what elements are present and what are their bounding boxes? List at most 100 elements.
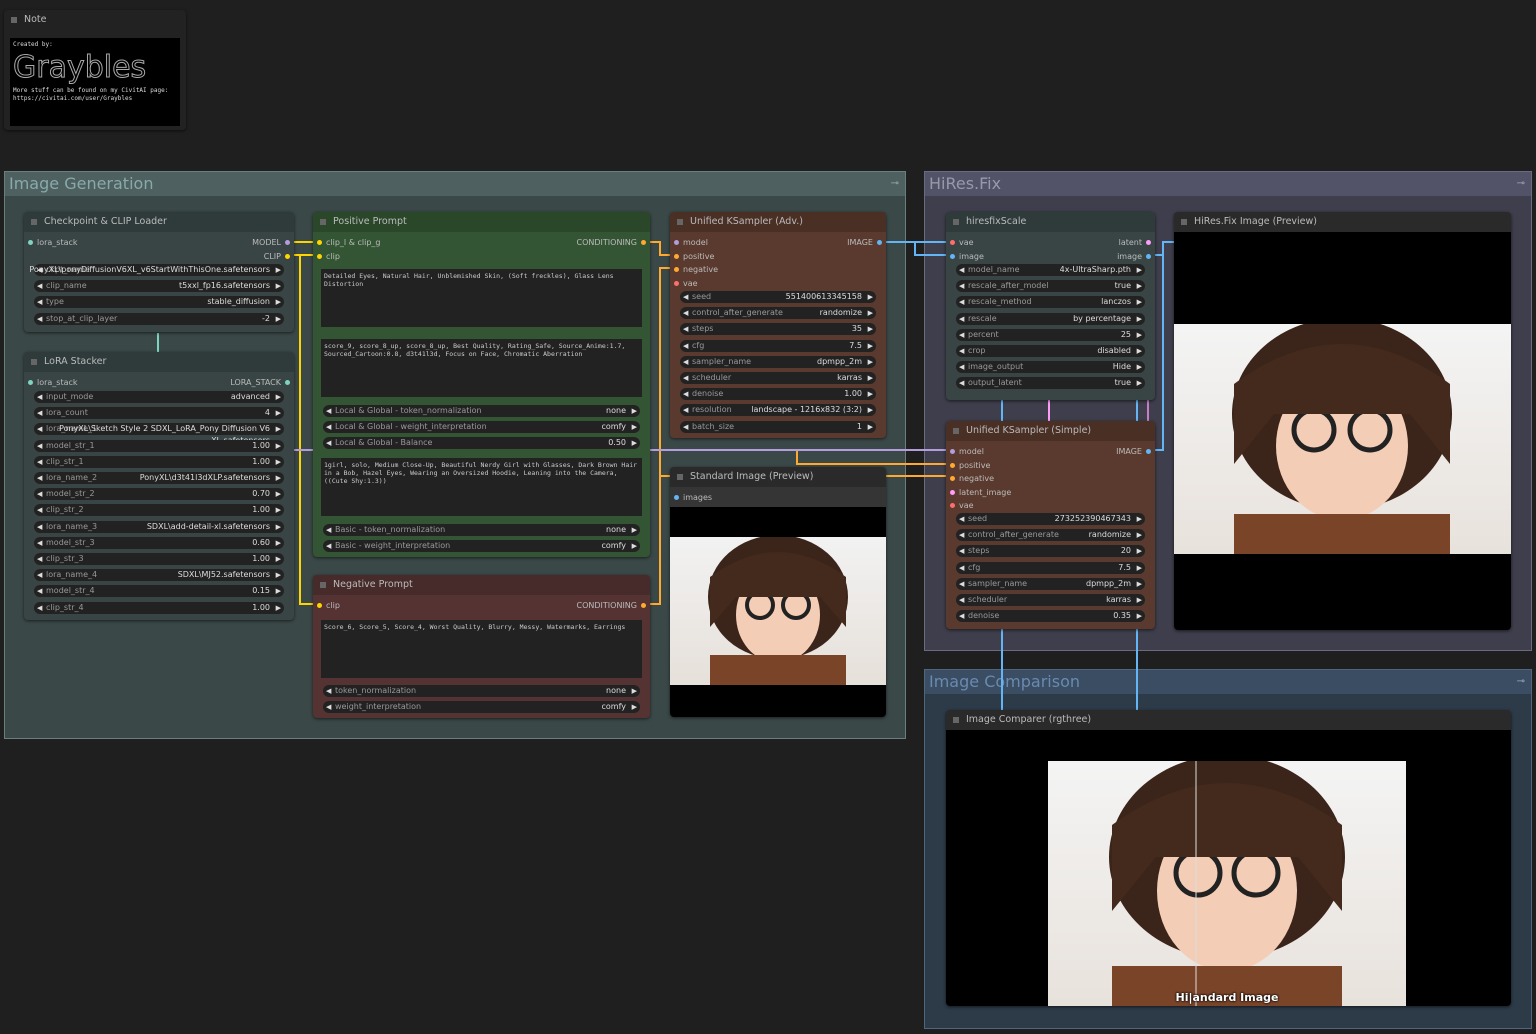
arrow-left-icon[interactable]: ◀ bbox=[959, 594, 964, 606]
checkpoint-clip-loader-node[interactable]: Checkpoint & CLIP Loader lora_stack MODEL… bbox=[24, 212, 294, 332]
arrow-right-icon[interactable]: ▶ bbox=[1137, 578, 1142, 590]
widget-ckpt-name[interactable]: ◀ ckpt_name PonyXL\ponyDiffusionV6XL_v6Sta… bbox=[29, 264, 284, 276]
negative-text[interactable]: Score_6, Score_5, Score_4, Worst Quality… bbox=[321, 620, 642, 678]
widget-image-output[interactable]: ◀ image_output Hide ▶ bbox=[956, 361, 1145, 374]
arrow-left-icon[interactable]: ◀ bbox=[326, 540, 331, 552]
arrow-right-icon[interactable]: ▶ bbox=[1137, 529, 1142, 541]
arrow-left-icon[interactable]: ◀ bbox=[959, 377, 964, 389]
input-pin-model[interactable] bbox=[950, 449, 955, 454]
widget-steps[interactable]: ◀ steps 20 ▶ bbox=[956, 545, 1145, 558]
arrow-left-icon[interactable]: ◀ bbox=[37, 537, 42, 549]
widget-steps[interactable]: ◀ steps 35 ▶ bbox=[680, 323, 876, 336]
arrow-left-icon[interactable]: ◀ bbox=[683, 388, 688, 400]
collapse-icon[interactable] bbox=[31, 219, 37, 225]
arrow-left-icon[interactable]: ◀ bbox=[326, 685, 331, 697]
widget-batch-size[interactable]: ◀ batch_size 1 ▶ bbox=[680, 420, 876, 433]
widget-lora-name-3[interactable]: ◀ lora_name_3 SDXL\add-detail-xl.safetenso… bbox=[34, 520, 284, 533]
arrow-left-icon[interactable]: ◀ bbox=[959, 562, 964, 574]
arrow-left-icon[interactable]: ◀ bbox=[326, 405, 331, 417]
arrow-left-icon[interactable]: ◀ bbox=[683, 372, 688, 384]
arrow-right-icon[interactable]: ▶ bbox=[276, 472, 281, 484]
arrow-right-icon[interactable]: ▶ bbox=[632, 421, 637, 433]
arrow-left-icon[interactable]: ◀ bbox=[37, 521, 42, 533]
widget-type[interactable]: ◀ type stable_diffusion ▶ bbox=[34, 296, 284, 309]
collapse-icon[interactable] bbox=[953, 717, 959, 723]
widget-local-global-token-normalization[interactable]: ◀ Local & Global - token_normalization non… bbox=[323, 405, 640, 417]
widget-model-str-4[interactable]: ◀ model_str_4 0.15 ▶ bbox=[34, 585, 284, 598]
widget-seed[interactable]: ◀ seed 273252390467343 ▶ bbox=[956, 513, 1145, 525]
arrow-right-icon[interactable]: ▶ bbox=[632, 437, 637, 449]
collapse-icon[interactable] bbox=[31, 359, 37, 365]
arrow-left-icon[interactable]: ◀ bbox=[959, 313, 964, 325]
widget-crop[interactable]: ◀ crop disabled ▶ bbox=[956, 345, 1145, 357]
arrow-left-icon[interactable]: ◀ bbox=[959, 296, 964, 308]
widget-token-normalization[interactable]: ◀ token_normalization none ▶ bbox=[323, 685, 640, 697]
standard-image-preview-node[interactable]: Standard Image (Preview) images bbox=[670, 467, 886, 717]
widget-model-name[interactable]: ◀ model_name 4x-UltraSharp.pth ▶ bbox=[956, 264, 1145, 276]
input-pin-vae[interactable] bbox=[674, 280, 679, 286]
widget-input-mode[interactable]: ◀ input_mode advanced ▶ bbox=[34, 391, 284, 403]
arrow-left-icon[interactable]: ◀ bbox=[959, 329, 964, 341]
widget-stop-at-clip-layer[interactable]: ◀ stop_at_clip_layer -2 ▶ bbox=[34, 312, 284, 325]
arrow-right-icon[interactable]: ▶ bbox=[868, 372, 873, 384]
widget-local-global-weight-interpretation[interactable]: ◀ Local & Global - weight_interpretation c… bbox=[323, 421, 640, 434]
arrow-right-icon[interactable]: ▶ bbox=[276, 407, 281, 419]
arrow-left-icon[interactable]: ◀ bbox=[37, 602, 42, 614]
output-pin-image[interactable] bbox=[1146, 449, 1151, 454]
arrow-right-icon[interactable]: ▶ bbox=[276, 569, 281, 581]
arrow-right-icon[interactable]: ▶ bbox=[1137, 610, 1142, 622]
arrow-left-icon[interactable]: ◀ bbox=[959, 578, 964, 590]
widget-clip-str-2[interactable]: ◀ clip_str_2 1.00 ▶ bbox=[34, 504, 284, 517]
output-pin-image[interactable] bbox=[1146, 253, 1151, 259]
widget-scheduler[interactable]: ◀ scheduler karras ▶ bbox=[680, 372, 876, 384]
arrow-right-icon[interactable]: ▶ bbox=[276, 488, 281, 500]
widget-local-global-balance[interactable]: ◀ Local & Global - Balance 0.50 ▶ bbox=[323, 437, 640, 450]
arrow-left-icon[interactable]: ◀ bbox=[959, 345, 964, 357]
arrow-right-icon[interactable]: ▶ bbox=[1137, 280, 1142, 292]
widget-model-str-2[interactable]: ◀ model_str_2 0.70 ▶ bbox=[34, 488, 284, 501]
arrow-right-icon[interactable]: ▶ bbox=[276, 423, 281, 435]
input-pin-clip-lg[interactable] bbox=[317, 240, 322, 245]
output-pin-image[interactable] bbox=[877, 240, 882, 245]
arrow-right-icon[interactable]: ▶ bbox=[1137, 545, 1142, 557]
widget-rescale-after-model[interactable]: ◀ rescale_after_model true ▶ bbox=[956, 280, 1145, 293]
arrow-left-icon[interactable]: ◀ bbox=[37, 280, 42, 292]
input-pin-vae[interactable] bbox=[950, 503, 955, 508]
arrow-left-icon[interactable]: ◀ bbox=[683, 404, 688, 416]
hires-image-preview-node[interactable]: HiRes.Fix Image (Preview) images bbox=[1174, 212, 1511, 630]
arrow-right-icon[interactable]: ▶ bbox=[276, 456, 281, 468]
widget-clip-str-1[interactable]: ◀ clip_str_1 1.00 ▶ bbox=[34, 455, 284, 468]
widget-sampler-name[interactable]: ◀ sampler_name dpmpp_2m ▶ bbox=[680, 355, 876, 368]
collapse-icon[interactable] bbox=[1181, 219, 1187, 225]
widget-lora-count[interactable]: ◀ lora_count 4 ▶ bbox=[34, 407, 284, 420]
input-pin-images[interactable] bbox=[674, 495, 679, 500]
arrow-right-icon[interactable]: ▶ bbox=[276, 537, 281, 549]
arrow-right-icon[interactable]: ▶ bbox=[1137, 594, 1142, 606]
arrow-right-icon[interactable]: ▶ bbox=[276, 553, 281, 565]
output-pin-lora-stack[interactable] bbox=[285, 380, 290, 385]
generated-image[interactable] bbox=[670, 537, 886, 685]
input-pin-latent_image[interactable] bbox=[950, 489, 955, 495]
input-pin-clip[interactable] bbox=[317, 253, 322, 259]
widget-lora-name-4[interactable]: ◀ lora_name_4 SDXL\MJ52.safetensors ▶ bbox=[34, 569, 284, 582]
collapse-icon[interactable] bbox=[320, 219, 326, 225]
widget-control-after-generate[interactable]: ◀ control_after_generate randomize ▶ bbox=[680, 307, 876, 320]
arrow-right-icon[interactable]: ▶ bbox=[632, 540, 637, 552]
arrow-left-icon[interactable]: ◀ bbox=[37, 569, 42, 581]
arrow-left-icon[interactable]: ◀ bbox=[683, 356, 688, 368]
widget-denoise[interactable]: ◀ denoise 1.00 ▶ bbox=[680, 388, 876, 401]
arrow-right-icon[interactable]: ▶ bbox=[632, 701, 637, 713]
input-pin-vae[interactable] bbox=[950, 240, 955, 245]
input-pin-clip[interactable] bbox=[317, 603, 322, 608]
arrow-left-icon[interactable]: ◀ bbox=[37, 296, 42, 308]
arrow-right-icon[interactable]: ▶ bbox=[1137, 377, 1142, 389]
arrow-right-icon[interactable]: ▶ bbox=[868, 291, 873, 303]
arrow-right-icon[interactable]: ▶ bbox=[276, 264, 281, 276]
arrow-left-icon[interactable]: ◀ bbox=[959, 361, 964, 373]
input-pin-positive[interactable] bbox=[674, 253, 679, 259]
arrow-right-icon[interactable]: ▶ bbox=[276, 521, 281, 533]
widget-cfg[interactable]: ◀ cfg 7.5 ▶ bbox=[680, 339, 876, 352]
arrow-left-icon[interactable]: ◀ bbox=[683, 421, 688, 433]
arrow-left-icon[interactable]: ◀ bbox=[37, 440, 42, 452]
widget-weight-interpretation[interactable]: ◀ weight_interpretation comfy ▶ bbox=[323, 701, 640, 714]
